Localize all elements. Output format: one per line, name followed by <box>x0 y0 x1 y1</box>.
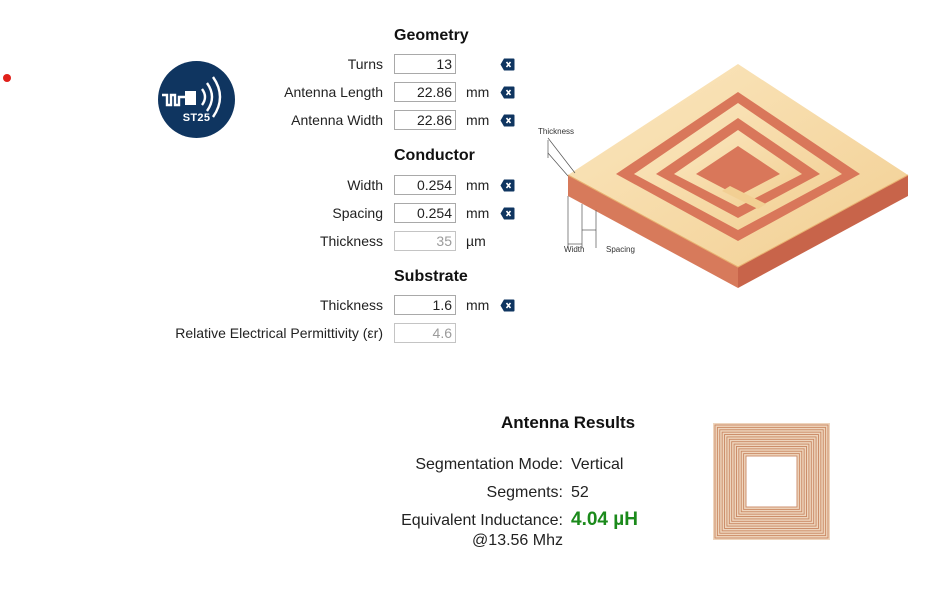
conductor-thickness-input <box>394 231 456 251</box>
logo-text: ST25 <box>182 112 211 124</box>
substrate-title: Substrate <box>394 268 468 285</box>
substrate-thickness-unit: mm <box>466 297 490 313</box>
inductance-label: Equivalent Inductance: <box>401 512 563 529</box>
conductor-width-input[interactable] <box>394 175 456 195</box>
substrate-thickness-input[interactable] <box>394 295 456 315</box>
conductor-thickness-label: Thickness <box>319 233 383 249</box>
conductor-spacing-unit: mm <box>466 205 490 221</box>
status-dot <box>3 74 11 82</box>
clear-conductor-spacing-button[interactable] <box>500 207 515 220</box>
permittivity-input <box>394 323 456 343</box>
results-title: Antenna Results <box>501 413 636 432</box>
clear-antenna-width-button[interactable] <box>500 114 515 127</box>
segments-label: Segments: <box>486 484 563 501</box>
nfc-chip-icon <box>162 76 222 118</box>
segments-value: 52 <box>571 484 589 501</box>
spiral-preview <box>713 423 830 540</box>
antenna-length-label: Antenna Length <box>284 84 383 100</box>
antenna-3d-diagram: Thickness Width Spacing <box>538 64 909 288</box>
antenna-width-label: Antenna Width <box>291 112 383 128</box>
geometry-title: Geometry <box>394 27 469 44</box>
conductor-title: Conductor <box>394 147 475 164</box>
turns-label: Turns <box>347 56 383 72</box>
diagram-thickness-label: Thickness <box>538 127 574 136</box>
turns-input[interactable] <box>394 54 456 74</box>
conductor-width-unit: mm <box>466 177 490 193</box>
clear-antenna-length-button[interactable] <box>500 86 515 99</box>
antenna-length-unit: mm <box>466 84 490 100</box>
frequency-label: @13.56 Mhz <box>472 532 563 549</box>
antenna-width-unit: mm <box>466 112 490 128</box>
inductance-value: 4.04 µH <box>571 509 638 530</box>
clear-turns-button[interactable] <box>500 58 515 71</box>
diagram-spacing-label: Spacing <box>606 245 635 254</box>
permittivity-label: Relative Electrical Permittivity (εr) <box>175 325 383 341</box>
diagram-width-label: Width <box>564 245 584 254</box>
substrate-thickness-label: Thickness <box>319 297 383 313</box>
st25-logo: ST25 <box>158 61 235 138</box>
clear-conductor-width-button[interactable] <box>500 179 515 192</box>
antenna-length-input[interactable] <box>394 82 456 102</box>
conductor-width-label: Width <box>347 177 383 193</box>
antenna-width-input[interactable] <box>394 110 456 130</box>
segmentation-mode-value: Vertical <box>571 456 624 473</box>
conductor-thickness-unit: µm <box>466 233 486 249</box>
conductor-spacing-label: Spacing <box>332 205 383 221</box>
segmentation-mode-label: Segmentation Mode: <box>415 456 563 473</box>
conductor-spacing-input[interactable] <box>394 203 456 223</box>
clear-substrate-thickness-button[interactable] <box>500 299 515 312</box>
